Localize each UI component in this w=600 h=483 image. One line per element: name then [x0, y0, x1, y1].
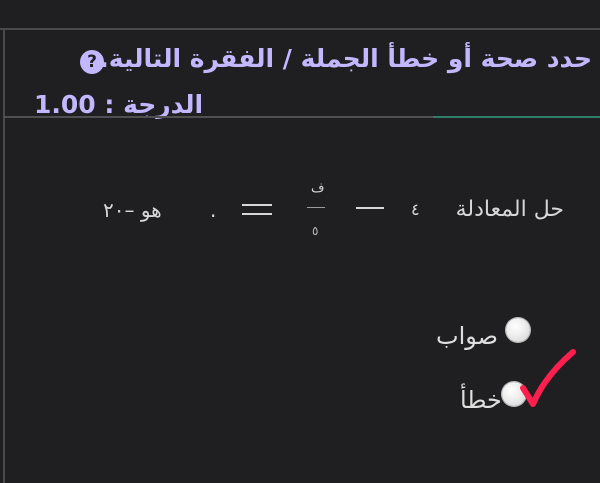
question-title: حدد صحة أو خطأ الجملة / الفقرة التالية.	[99, 44, 592, 73]
equation-dot: .	[210, 198, 217, 222]
equals-line-bottom	[242, 213, 272, 215]
checkmark-icon	[520, 349, 576, 407]
equation-text: حل المعادلة	[455, 197, 564, 222]
header-accent-divider	[433, 116, 600, 118]
help-icon[interactable]: ?	[80, 50, 104, 74]
equals-line-top	[242, 204, 272, 206]
option-true-label[interactable]: صواب	[436, 322, 498, 350]
panel-top-border	[0, 28, 600, 30]
quiz-question-panel: حدد صحة أو خطأ الجملة / الفقرة التالية. …	[0, 0, 600, 483]
fraction-bar	[307, 207, 325, 208]
equation-tail: هو –٢٠	[103, 198, 162, 222]
radio-true[interactable]	[506, 318, 530, 342]
option-false-label[interactable]: خطأ	[460, 386, 502, 414]
fraction-denominator: ٥	[312, 224, 319, 238]
panel-left-border	[3, 28, 5, 483]
grade-label: الدرجة : 1.00	[34, 90, 204, 119]
equation-digit-four: ٤	[411, 200, 420, 219]
header-divider	[3, 116, 433, 118]
equation-minus-line	[356, 207, 384, 209]
fraction-numerator: ف	[311, 181, 325, 196]
